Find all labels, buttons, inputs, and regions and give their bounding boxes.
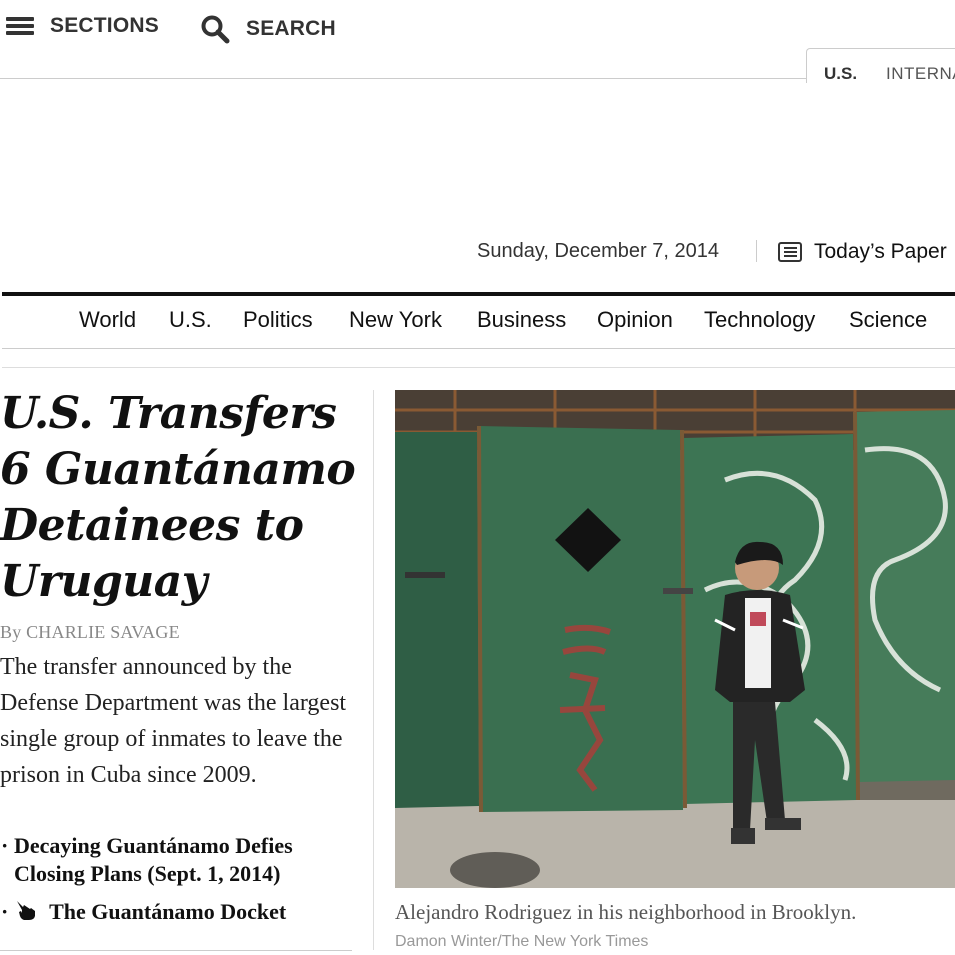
story-byline: By CHARLIE SAVAGE	[0, 622, 180, 642]
bullet: ·	[1, 899, 9, 924]
pointing-hand-icon	[17, 901, 35, 920]
todays-paper-label: Today’s Paper	[814, 240, 947, 263]
nav-item-new-york[interactable]: New York	[349, 307, 442, 333]
todays-paper-link[interactable]: Today’s Paper	[778, 240, 947, 264]
hamburger-menu-icon	[6, 16, 34, 36]
related-link-label: The Guantánamo Docket	[49, 899, 287, 924]
date-separator	[756, 240, 757, 262]
nav-item-science[interactable]: Science	[849, 307, 927, 333]
related-links: · Decaying Guantánamo Defies Closing Pla…	[0, 832, 360, 926]
search-label: SEARCH	[246, 17, 336, 40]
photo-credit: Damon Winter/The New York Times	[395, 933, 649, 950]
related-link-decaying-guantanamo[interactable]: · Decaying Guantánamo Defies Closing Pla…	[0, 832, 360, 888]
edition-tab-international[interactable]: INTERNA	[886, 64, 955, 83]
nav-bottom-rule	[2, 348, 955, 349]
nav-item-business[interactable]: Business	[477, 307, 566, 333]
edition-tab-us[interactable]: U.S.	[824, 64, 857, 83]
sections-label: SECTIONS	[50, 14, 159, 37]
nav-top-rule	[2, 292, 955, 296]
nav-item-opinion[interactable]: Opinion	[597, 307, 673, 333]
section-nav: World U.S. Politics New York Business Op…	[0, 307, 955, 337]
nav-item-politics[interactable]: Politics	[243, 307, 313, 333]
edition-tabs: U.S. INTERNA	[806, 48, 955, 83]
bullet: ·	[1, 833, 9, 858]
nav-item-world[interactable]: World	[79, 307, 136, 333]
nav-bottom-rule-secondary	[2, 367, 955, 368]
masthead-bar: SECTIONS SEARCH U.S. INTERNA	[0, 0, 955, 83]
related-link-guantanamo-docket[interactable]: · The Guantánamo Docket	[0, 898, 360, 926]
newspaper-icon	[778, 242, 802, 262]
search-icon	[201, 15, 230, 44]
nav-item-us[interactable]: U.S.	[169, 307, 212, 333]
story-photo[interactable]	[395, 390, 955, 888]
nav-item-technology[interactable]: Technology	[704, 307, 815, 333]
story-headline[interactable]: U.S. Transfers 6 Guantánamo Detainees to…	[0, 386, 370, 610]
related-link-label: Decaying Guantánamo Defies Closing Plans…	[14, 833, 293, 886]
sections-button[interactable]: SECTIONS	[6, 14, 159, 38]
photo-caption: Alejandro Rodriguez in his neighborhood …	[395, 900, 857, 924]
column-divider	[373, 390, 374, 950]
story-bottom-rule	[0, 950, 352, 951]
search-button[interactable]: SEARCH	[200, 14, 336, 44]
current-date: Sunday, December 7, 2014	[477, 240, 720, 262]
header-divider	[0, 78, 806, 79]
story-summary: The transfer announced by the Defense De…	[0, 654, 347, 788]
